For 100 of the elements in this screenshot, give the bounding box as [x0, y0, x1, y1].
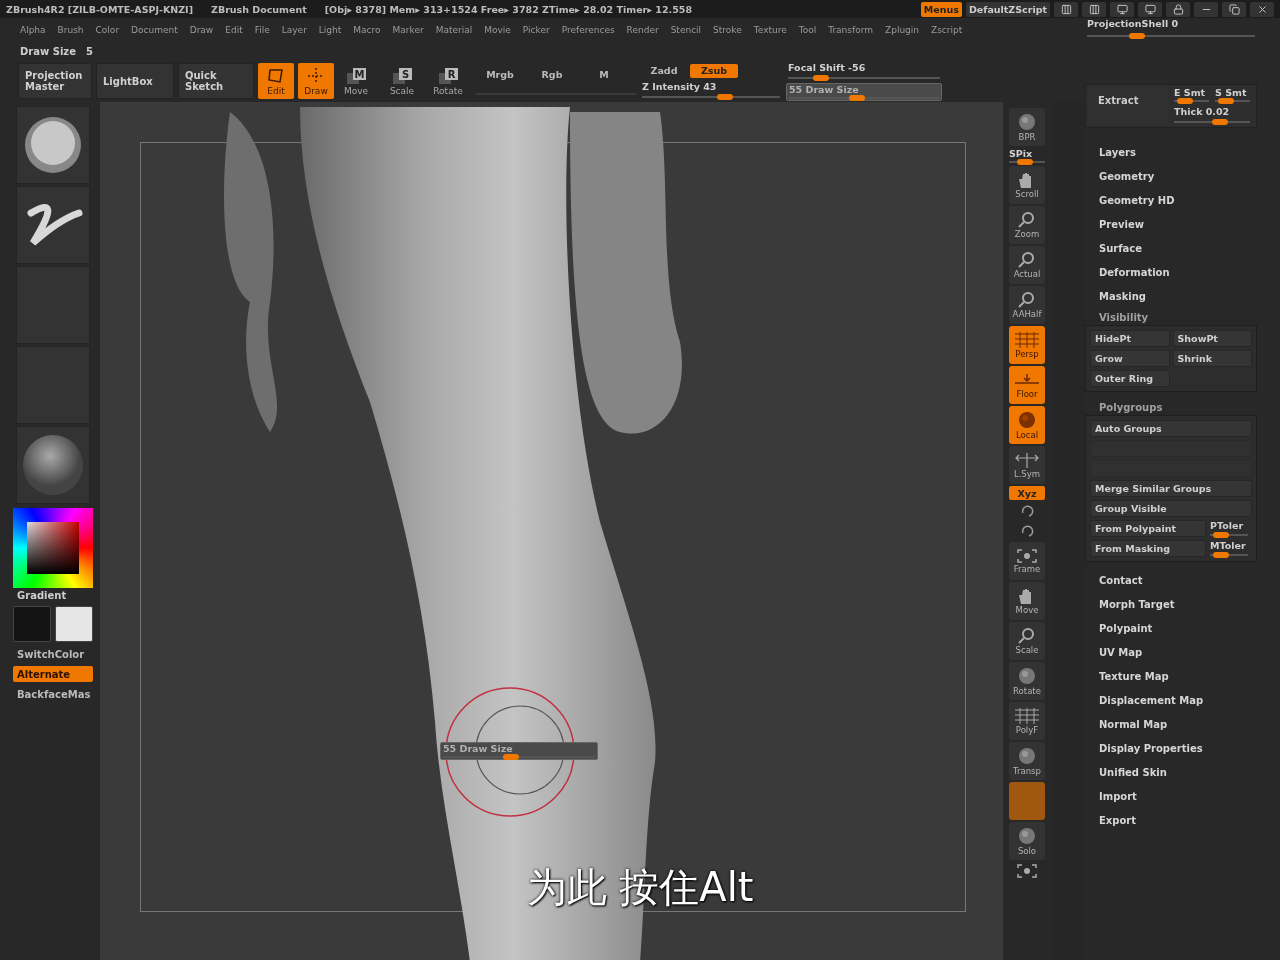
- slider-thumb[interactable]: [1176, 98, 1193, 104]
- subpalette-header[interactable]: Deformation: [1085, 260, 1257, 284]
- columns-icon[interactable]: [1082, 1, 1106, 17]
- shelf-button[interactable]: BackfaceMas: [13, 686, 93, 702]
- toolbar-button[interactable]: Quick Sketch: [178, 63, 254, 99]
- subpalette-header[interactable]: Morph Target: [1085, 592, 1257, 616]
- channel-toggle[interactable]: M: [580, 67, 628, 82]
- shelf-button[interactable]: Scale: [1009, 622, 1045, 660]
- shelf-button[interactable]: Move: [1009, 582, 1045, 620]
- subpalette-header[interactable]: Import: [1085, 784, 1257, 808]
- subpalette-title[interactable]: Polygroups: [1085, 398, 1257, 415]
- lock-icon[interactable]: [1166, 1, 1190, 17]
- shelf-button[interactable]: Floor: [1009, 366, 1045, 404]
- panel-button[interactable]: HidePt: [1090, 330, 1170, 347]
- subpalette-header[interactable]: Display Properties: [1085, 736, 1257, 760]
- menu-item[interactable]: Stencil: [670, 25, 702, 35]
- subpalette-header[interactable]: Texture Map: [1085, 664, 1257, 688]
- slider-thumb[interactable]: [1017, 159, 1034, 165]
- slider-thumb[interactable]: [848, 94, 865, 101]
- slider-thumb[interactable]: [503, 754, 520, 760]
- monitor-icon[interactable]: [1110, 1, 1134, 17]
- menu-item[interactable]: Stroke: [713, 25, 742, 35]
- z-toggle[interactable]: Zsub: [690, 63, 738, 78]
- subpalette-header[interactable]: Preview: [1085, 212, 1257, 236]
- toolbar-button[interactable]: Projection Master: [18, 63, 92, 99]
- toolbar-button[interactable]: LightBox: [96, 63, 174, 99]
- slider-thumb[interactable]: [1213, 552, 1230, 558]
- panel-button[interactable]: Auto Groups: [1090, 420, 1252, 437]
- shelf-button[interactable]: Scroll: [1009, 166, 1045, 204]
- panel-button[interactable]: Grow: [1090, 350, 1170, 367]
- slider-thumb[interactable]: [1213, 532, 1230, 538]
- restore-icon[interactable]: [1222, 1, 1246, 17]
- menu-item[interactable]: Movie: [484, 25, 511, 35]
- slider-thumb[interactable]: [716, 93, 733, 100]
- thickness-slider[interactable]: Thick 0.02: [1172, 106, 1252, 124]
- subpalette-header[interactable]: Geometry: [1085, 164, 1257, 188]
- subpalette-header[interactable]: Unified Skin: [1085, 760, 1257, 784]
- focal-shift-slider[interactable]: Focal Shift -56: [786, 61, 942, 80]
- tolerance-slider[interactable]: PToler: [1208, 520, 1250, 537]
- shelf-button[interactable]: L.Sym: [1009, 446, 1045, 484]
- menu-item[interactable]: Picker: [522, 25, 550, 35]
- mode-button[interactable]: Draw: [298, 63, 334, 99]
- draw-size-slider[interactable]: 55 Draw Size: [786, 82, 942, 101]
- shelf-button[interactable]: BPR: [1009, 108, 1045, 146]
- subpalette-header[interactable]: Contact: [1085, 568, 1257, 592]
- mode-button[interactable]: Edit: [258, 63, 294, 99]
- shelf-button[interactable]: Actual: [1009, 246, 1045, 284]
- menu-item[interactable]: Material: [435, 25, 473, 35]
- close-icon[interactable]: [1250, 1, 1274, 17]
- menu-item[interactable]: Macro: [353, 25, 381, 35]
- menu-item[interactable]: Layer: [281, 25, 307, 35]
- tolerance-slider[interactable]: MToler: [1208, 540, 1250, 557]
- color-picker[interactable]: [13, 508, 93, 588]
- subpalette-header[interactable]: Normal Map: [1085, 712, 1257, 736]
- slider-thumb[interactable]: [1129, 33, 1146, 39]
- panel-button[interactable]: Group Visible: [1090, 500, 1252, 517]
- smooth-slider[interactable]: S Smt: [1213, 87, 1252, 103]
- shelf-button[interactable]: Frame: [1009, 542, 1045, 580]
- shelf-button[interactable]: Zoom: [1009, 206, 1045, 244]
- menu-toggle-button[interactable]: Menus: [920, 1, 962, 17]
- z-intensity-slider[interactable]: Z Intensity 43: [640, 80, 782, 99]
- slider-thumb[interactable]: [1211, 119, 1228, 125]
- menu-item[interactable]: Preferences: [561, 25, 615, 35]
- xyz-toggle[interactable]: Xyz: [1009, 486, 1045, 500]
- small-shelf-button[interactable]: [1015, 862, 1039, 880]
- slider-thumb[interactable]: [1217, 98, 1234, 104]
- shelf-button[interactable]: Persp: [1009, 326, 1045, 364]
- shelf-button[interactable]: PolyF: [1009, 702, 1045, 740]
- menu-item[interactable]: Render: [626, 25, 659, 35]
- shelf-button[interactable]: Rotate: [1009, 662, 1045, 700]
- menu-item[interactable]: File: [254, 25, 270, 35]
- shelf-button[interactable]: AAHalf: [1009, 286, 1045, 324]
- smooth-slider[interactable]: E Smt: [1172, 87, 1211, 103]
- subpalette-header[interactable]: UV Map: [1085, 640, 1257, 664]
- columns-icon[interactable]: [1054, 1, 1078, 17]
- channel-toggle[interactable]: Rgb: [528, 67, 576, 82]
- menu-toggle-button[interactable]: DefaultZScript: [965, 1, 1050, 17]
- subpalette-header[interactable]: Polypaint: [1085, 616, 1257, 640]
- panel-button[interactable]: ShowPt: [1172, 330, 1252, 347]
- color-swatch[interactable]: [55, 606, 93, 642]
- menu-item[interactable]: Marker: [392, 25, 424, 35]
- panel-button[interactable]: From Masking: [1090, 540, 1206, 557]
- z-toggle[interactable]: Zadd: [640, 63, 688, 78]
- palette-thumbnail[interactable]: [16, 426, 90, 504]
- color-swatch[interactable]: [13, 606, 51, 642]
- menu-item[interactable]: Light: [318, 25, 342, 35]
- menu-item[interactable]: Tool: [798, 25, 817, 35]
- palette-thumbnail[interactable]: [16, 186, 90, 264]
- subpalette-header[interactable]: Displacement Map: [1085, 688, 1257, 712]
- mode-button[interactable]: S Scale: [384, 63, 420, 99]
- menu-item[interactable]: Transform: [828, 25, 873, 35]
- shelf-button[interactable]: Solo: [1009, 822, 1045, 860]
- mode-button[interactable]: M Move: [338, 63, 374, 99]
- channel-toggle[interactable]: Mrgb: [476, 67, 524, 82]
- subpalette-header[interactable]: Geometry HD: [1085, 188, 1257, 212]
- panel-button[interactable]: Outer Ring: [1090, 370, 1170, 387]
- panel-button[interactable]: Shrink: [1172, 350, 1252, 367]
- monitor-icon[interactable]: [1138, 1, 1162, 17]
- menu-item[interactable]: Alpha: [20, 25, 46, 35]
- menu-item[interactable]: Zscript: [931, 25, 963, 35]
